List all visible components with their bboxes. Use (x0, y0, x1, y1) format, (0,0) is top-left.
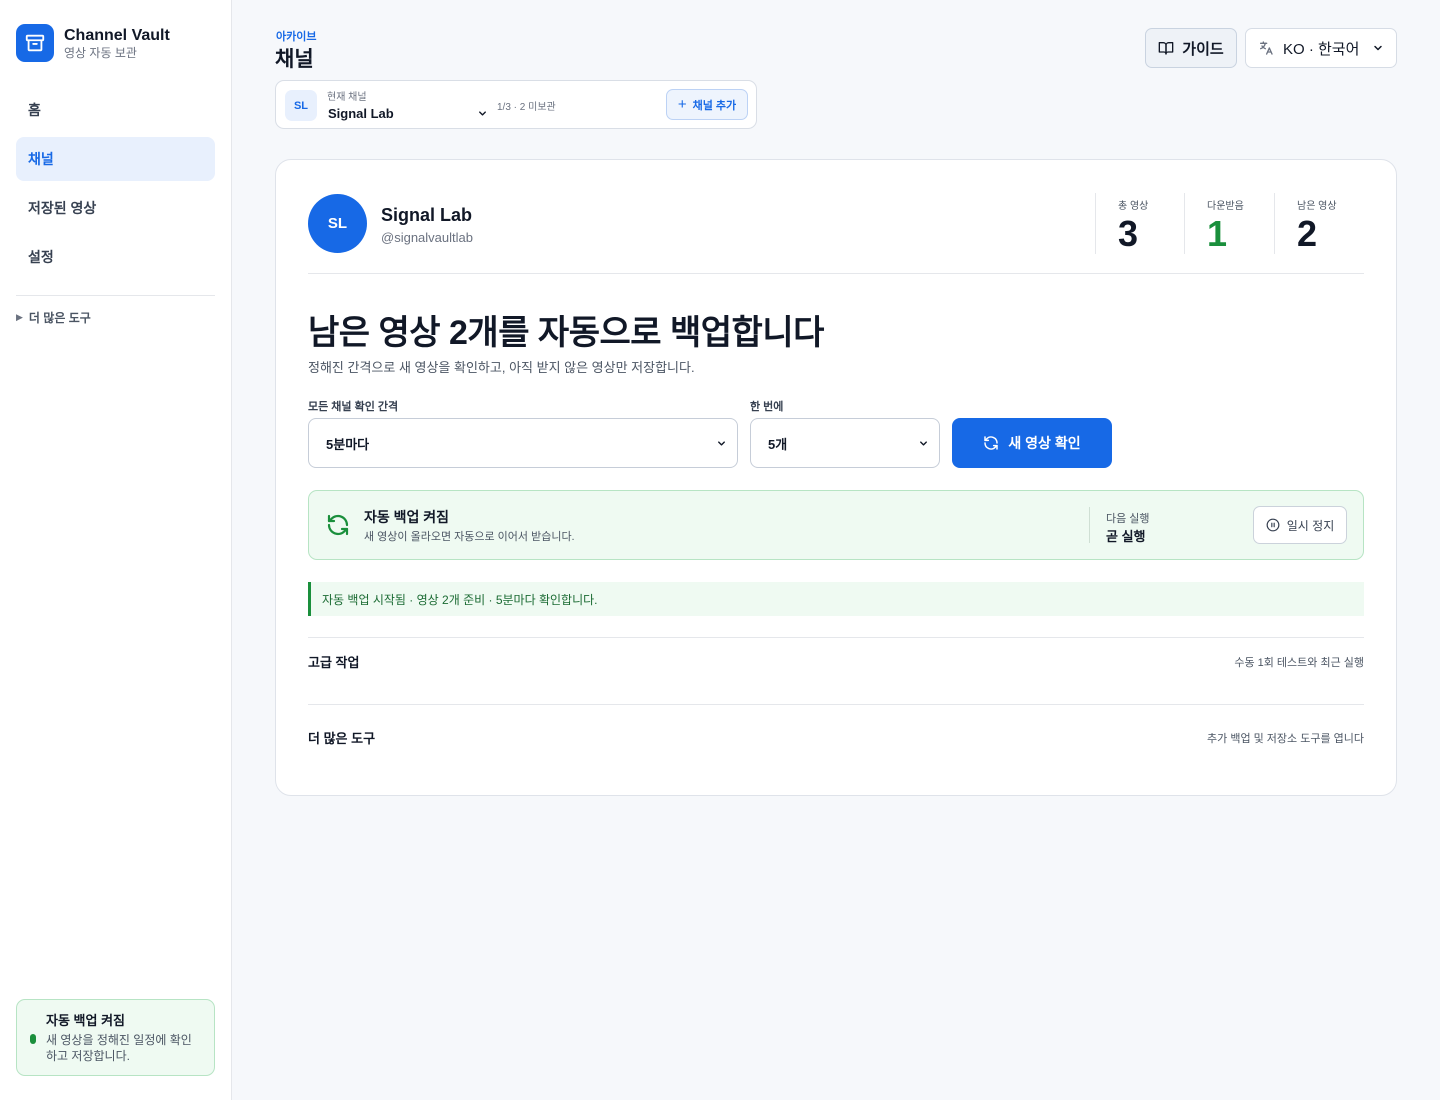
divider (308, 704, 1364, 705)
batch-value: 5개 (768, 436, 788, 452)
brand[interactable]: Channel Vault 영상 자동 보관 (16, 24, 170, 62)
divider (1089, 507, 1090, 543)
status-alert: 자동 백업 시작됨 · 영상 2개 준비 · 5분마다 확인합니다. (308, 582, 1364, 616)
guide-button[interactable]: 가이드 (1145, 28, 1237, 68)
guide-label: 가이드 (1182, 40, 1224, 58)
status-dot (30, 1034, 36, 1044)
check-button-label: 새 영상 확인 (1008, 435, 1081, 451)
advanced-actions-note: 수동 1회 테스트와 최근 실행 (1234, 657, 1364, 669)
batch-size-select[interactable]: 5개 (750, 418, 940, 468)
chevron-down-icon (479, 110, 486, 116)
channel-switcher: SL 현재 채널 Signal Lab 1/3 · 2 미보관 + 채널 추가 (275, 80, 757, 129)
channel-card: SL Signal Lab @signalvaultlab 총 영상 3 다운받… (275, 159, 1397, 796)
stat-label: 총 영상 (1118, 201, 1149, 212)
divider (308, 637, 1364, 638)
advanced-actions-toggle[interactable]: 고급 작업 (308, 652, 359, 671)
next-run-value: 곧 실행 (1106, 529, 1146, 544)
more-tools-label: 더 많은 도구 (28, 311, 91, 325)
add-channel-label: 채널 추가 (692, 99, 737, 112)
current-channel-label: 현재 채널 (327, 92, 367, 103)
channel-name: Signal Lab (381, 205, 473, 225)
stat-label: 다운받음 (1207, 201, 1244, 212)
sidebar-item-label: 저장된 영상 (28, 200, 97, 216)
language-label: KO · 한국어 (1283, 40, 1360, 58)
channel-avatar: SL (308, 194, 367, 253)
stat-remaining: 남은 영상 2 (1274, 193, 1337, 254)
sidebar-item-saved-videos[interactable]: 저장된 영상 (16, 186, 215, 230)
sidebar-item-label: 설정 (28, 249, 54, 265)
sidebar-item-home[interactable]: 홈 (16, 88, 215, 132)
chevron-down-icon (718, 440, 725, 446)
more-tools-section-toggle[interactable]: 더 많은 도구 (308, 728, 375, 747)
more-tools-toggle[interactable]: ▶ 더 많은 도구 (16, 309, 91, 326)
breadcrumb[interactable]: 아카이브 (276, 28, 316, 44)
backup-headline: 남은 영상 2개를 자동으로 백업합니다 (308, 314, 824, 352)
language-select[interactable]: KO · 한국어 (1245, 28, 1397, 68)
status-title: 자동 백업 켜짐 (46, 1013, 125, 1028)
stat-value: 2 (1297, 213, 1318, 254)
status-description: 새 영상을 정해진 일정에 확인하고 저장합니다. (46, 1033, 192, 1063)
batch-label: 한 번에 (750, 401, 784, 413)
book-icon (1158, 42, 1174, 55)
page-title: 채널 (275, 48, 314, 71)
channel-avatar-small: SL (285, 90, 317, 121)
caret-right-icon: ▶ (16, 312, 23, 322)
auto-backup-status-card: 자동 백업 켜짐 새 영상을 정해진 일정에 확인하고 저장합니다. (16, 999, 215, 1076)
sync-icon (327, 514, 349, 536)
pause-button[interactable]: 일시 정지 (1253, 506, 1347, 544)
stat-total-videos: 총 영상 3 (1095, 193, 1148, 254)
auto-backup-title: 자동 백업 켜짐 (364, 509, 450, 525)
stat-value: 3 (1118, 213, 1139, 254)
stat-value: 1 (1207, 213, 1228, 254)
interval-label: 모든 채널 확인 간격 (308, 401, 399, 413)
current-channel-value: Signal Lab (328, 105, 394, 121)
current-channel-select[interactable]: Signal Lab (328, 103, 488, 123)
auto-backup-description: 새 영상이 올라오면 자동으로 이어서 받습니다. (364, 531, 575, 543)
interval-select[interactable]: 5분마다 (308, 418, 738, 468)
archive-icon (16, 24, 54, 62)
chevron-down-icon (1374, 45, 1382, 51)
pause-label: 일시 정지 (1286, 518, 1335, 533)
next-run-label: 다음 실행 (1106, 513, 1150, 525)
stat-label: 남은 영상 (1297, 201, 1337, 212)
more-tools-section-note: 추가 백업 및 저장소 도구를 엽니다 (1207, 733, 1364, 745)
refresh-icon (984, 436, 999, 450)
plus-icon: + (677, 96, 687, 113)
channel-count-meta: 1/3 · 2 미보관 (497, 102, 556, 113)
pause-icon (1266, 518, 1280, 532)
interval-value: 5분마다 (326, 436, 370, 452)
chevron-down-icon (920, 440, 927, 446)
sidebar: Channel Vault 영상 자동 보관 홈 채널 저장된 영상 설정 ▶ … (0, 0, 232, 1100)
sidebar-divider (16, 295, 215, 296)
stat-downloaded: 다운받음 1 (1184, 193, 1244, 254)
check-new-videos-button[interactable]: 새 영상 확인 (952, 418, 1112, 468)
sidebar-item-label: 채널 (28, 151, 54, 167)
auto-backup-panel: 자동 백업 켜짐 새 영상이 올라오면 자동으로 이어서 받습니다. 다음 실행… (308, 490, 1364, 560)
channel-handle: @signalvaultlab (381, 230, 473, 245)
sidebar-item-label: 홈 (28, 102, 41, 118)
add-channel-button[interactable]: + 채널 추가 (666, 89, 748, 120)
sidebar-nav: 홈 채널 저장된 영상 설정 (16, 88, 215, 284)
brand-name: Channel Vault (64, 26, 170, 44)
translate-icon (1260, 41, 1273, 55)
backup-subline: 정해진 간격으로 새 영상을 확인하고, 아직 받지 않은 영상만 저장합니다. (308, 360, 695, 375)
brand-subtitle: 영상 자동 보관 (64, 45, 137, 60)
divider (308, 273, 1364, 274)
sidebar-item-settings[interactable]: 설정 (16, 235, 215, 279)
sidebar-item-channels[interactable]: 채널 (16, 137, 215, 181)
